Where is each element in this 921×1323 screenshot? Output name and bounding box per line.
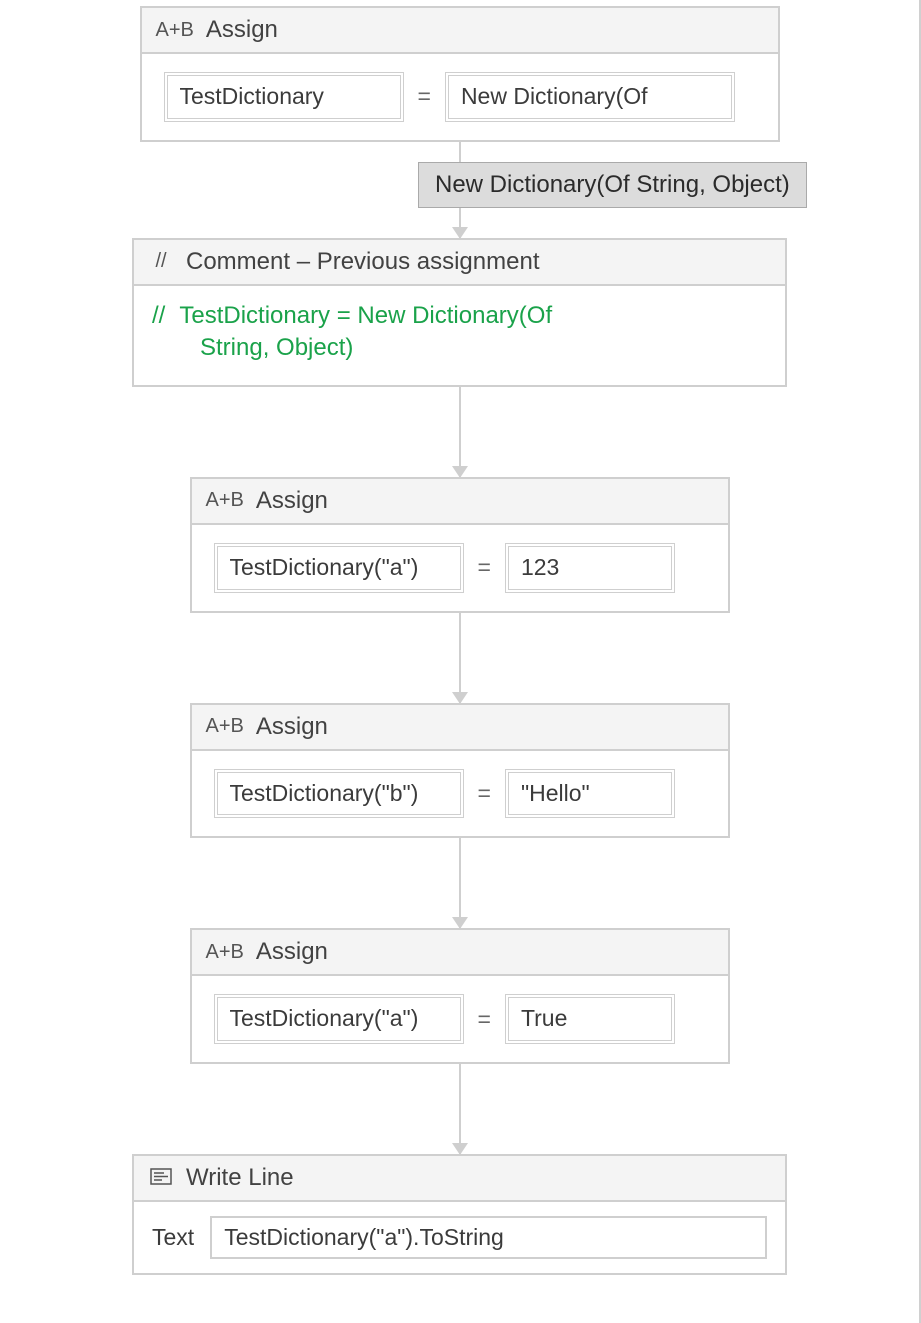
equals-sign: =	[474, 554, 495, 581]
activity-header: A+B Assign	[192, 479, 728, 525]
comment-activity[interactable]: // Comment – Previous assignment // Test…	[132, 238, 787, 387]
activity-header: A+B Assign	[142, 8, 778, 54]
assign-activity-2[interactable]: A+B Assign TestDictionary("a") = 123	[190, 477, 730, 613]
assign-value-field[interactable]: True	[505, 994, 675, 1044]
connector-arrow	[459, 1064, 461, 1154]
activity-body: TestDictionary("b") = "Hello"	[192, 751, 728, 837]
assign-to-field[interactable]: TestDictionary("a")	[214, 994, 464, 1044]
comment-text-line2: String, Object)	[200, 332, 767, 364]
connector-arrow	[459, 613, 461, 703]
equals-sign: =	[414, 83, 435, 110]
activity-body: TestDictionary("a") = True	[192, 976, 728, 1062]
activity-title: Assign	[256, 487, 328, 515]
comment-icon: //	[148, 250, 174, 273]
write-line-text-field[interactable]: TestDictionary("a").ToString	[210, 1216, 767, 1259]
assign-to-field[interactable]: TestDictionary("a")	[214, 543, 464, 593]
assign-activity-3[interactable]: A+B Assign TestDictionary("b") = "Hello"	[190, 703, 730, 839]
activity-title: Comment – Previous assignment	[186, 248, 539, 276]
expression-tooltip: New Dictionary(Of String, Object)	[418, 162, 807, 208]
activity-title: Assign	[256, 938, 328, 966]
connector-arrow	[459, 387, 461, 477]
activity-header: A+B Assign	[192, 930, 728, 976]
write-line-text-label: Text	[152, 1224, 194, 1251]
assign-to-field[interactable]: TestDictionary("b")	[214, 769, 464, 819]
activity-body: TestDictionary = New Dictionary(Of	[142, 54, 778, 140]
activity-title: Assign	[256, 713, 328, 741]
assign-icon: A+B	[156, 19, 194, 42]
activity-header: // Comment – Previous assignment	[134, 240, 785, 286]
activity-body: TestDictionary("a") = 123	[192, 525, 728, 611]
connector-arrow	[459, 838, 461, 928]
assign-icon: A+B	[206, 489, 244, 512]
assign-icon: A+B	[206, 715, 244, 738]
assign-to-field[interactable]: TestDictionary	[164, 72, 404, 122]
assign-icon: A+B	[206, 941, 244, 964]
assign-activity-1[interactable]: A+B Assign TestDictionary = New Dictiona…	[140, 6, 780, 142]
activity-header: A+B Assign	[192, 705, 728, 751]
equals-sign: =	[474, 780, 495, 807]
assign-value-field[interactable]: 123	[505, 543, 675, 593]
write-line-icon	[148, 1168, 174, 1188]
equals-sign: =	[474, 1006, 495, 1033]
assign-activity-4[interactable]: A+B Assign TestDictionary("a") = True	[190, 928, 730, 1064]
workflow-canvas[interactable]: New Dictionary(Of String, Object) A+B As…	[0, 0, 921, 1323]
comment-text-line1: TestDictionary = New Dictionary(Of	[179, 300, 552, 332]
write-line-activity[interactable]: Write Line Text TestDictionary("a").ToSt…	[132, 1154, 787, 1275]
comment-prefix: //	[152, 300, 165, 332]
assign-value-field[interactable]: "Hello"	[505, 769, 675, 819]
activity-body: Text TestDictionary("a").ToString	[134, 1202, 785, 1273]
comment-body: // TestDictionary = New Dictionary(Of St…	[134, 286, 785, 385]
activity-header: Write Line	[134, 1156, 785, 1202]
assign-value-field[interactable]: New Dictionary(Of	[445, 72, 735, 122]
activity-title: Assign	[206, 16, 278, 44]
activity-title: Write Line	[186, 1164, 294, 1192]
